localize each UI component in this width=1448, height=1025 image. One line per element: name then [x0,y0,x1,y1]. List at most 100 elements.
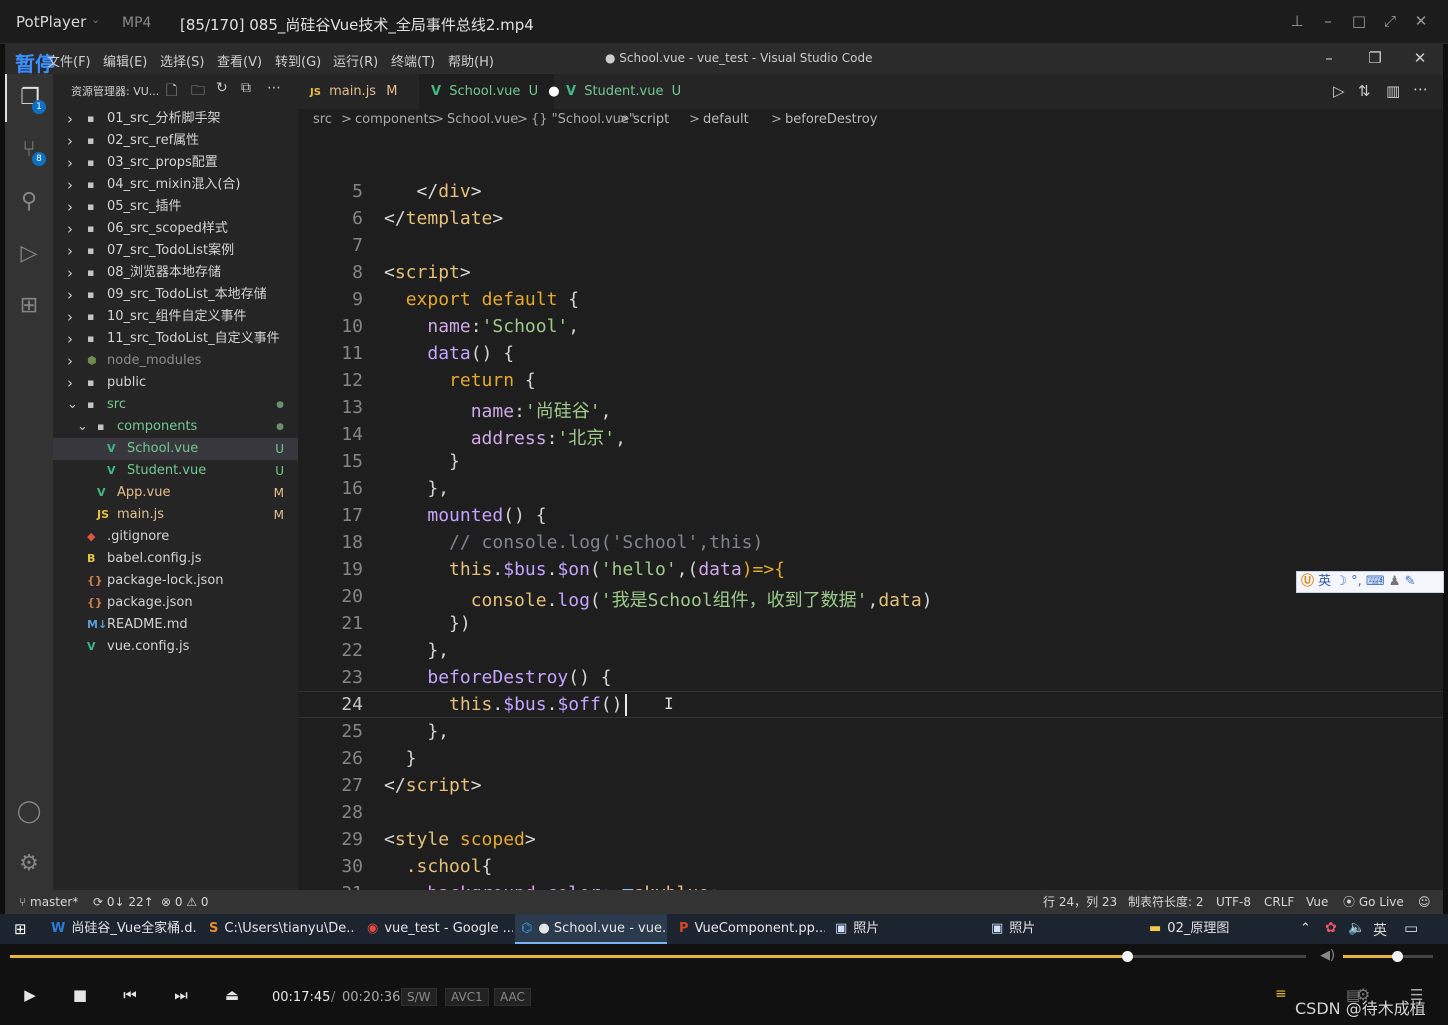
tag-codec-video[interactable]: AVC1 [445,988,489,1006]
code-line[interactable]: }, [384,478,449,499]
run-debug-icon[interactable]: ▷ [5,230,53,278]
code-line[interactable]: }, [384,721,449,742]
tree-item[interactable]: Vvue.config.js [53,636,298,658]
chevron-down-icon[interactable]: ⌄ [91,13,100,26]
tab-student-vue[interactable]: V Student.vue U [554,74,684,109]
tree-item[interactable]: V School.vue U [53,438,298,460]
chevron-right-icon[interactable]: › [67,108,73,130]
menu-run[interactable]: 运行(R) [333,51,378,70]
tree-item[interactable]: › ▪ 03_src_props配置 [53,152,298,174]
menu-selection[interactable]: 选择(S) [160,51,204,70]
chevron-right-icon[interactable]: › [67,196,73,218]
tree-item[interactable]: › ▪ 01_src_分析脚手架 [53,108,298,130]
new-file-icon[interactable]: 🗋 [166,80,177,104]
tree-item[interactable]: V Student.vue U [53,460,298,482]
taskbar-item[interactable]: W 尚硅谷_Vue全家桶.d... [45,914,197,944]
sync-status[interactable]: ⟳ 0↓ 22↑ [93,890,154,914]
chevron-right-icon[interactable]: › [67,372,73,394]
color-swatch-icon[interactable]: ■ [622,883,633,890]
code-line[interactable]: name:'尚硅谷', [384,397,612,423]
git-branch[interactable]: ⑂ master* [19,890,78,914]
keyboard-icon[interactable]: ⌨ [1366,574,1385,589]
code-line[interactable]: return { [384,370,536,391]
code-line[interactable]: } [384,748,417,769]
tree-item[interactable]: › ▪ 10_src_组件自定义事件 [53,306,298,328]
new-folder-icon[interactable]: 🗀 [191,80,205,104]
code-line[interactable]: name:'School', [384,316,579,337]
gear-icon[interactable]: ⚙ [5,840,53,888]
tree-item[interactable]: › ▪ 08_浏览器本地存储 [53,262,298,284]
playlist-icon[interactable]: ≡ [1275,986,1287,1002]
tree-item[interactable]: › ▪ 06_src_scoped样式 [53,218,298,240]
eject-icon[interactable]: ⏏ [217,986,247,1004]
refresh-icon[interactable]: ↻ [216,80,228,96]
source-control-icon[interactable]: ⑂ [5,126,53,174]
split-editor-icon[interactable]: ▥ [1386,82,1400,100]
volume-icon[interactable]: 🔈 [1348,920,1365,936]
ime-toolbar[interactable]: Ⓤ 英 ☽ °, ⌨ ♟ ✎ [1296,571,1444,593]
restore-icon[interactable]: ❐ [1364,49,1386,67]
tray-up-icon[interactable]: ⌃ [1300,921,1311,936]
tree-item[interactable]: › ▪ 04_src_mixin混入(合) [53,174,298,196]
breadcrumb-item[interactable]: script [633,109,669,131]
minimize-icon[interactable]: – [1318,12,1338,30]
code-line[interactable]: mounted() { [384,505,546,526]
wrench-icon[interactable]: ✎ [1405,574,1416,589]
menu-go[interactable]: 转到(G) [275,51,321,70]
minimize-icon[interactable]: – [1318,49,1340,67]
more-icon[interactable]: ⋯ [1413,80,1428,98]
close-icon[interactable]: ✕ [1411,12,1431,30]
volume-handle[interactable] [1392,951,1403,962]
breadcrumb-item[interactable]: School.vue [447,109,518,131]
chevron-right-icon[interactable]: › [67,152,73,174]
taskbar-item[interactable]: S C:\Users\tianyu\De... [203,914,355,944]
tree-item[interactable]: JS main.js M [53,504,298,526]
seek-handle[interactable] [1122,951,1134,962]
user-icon[interactable]: ♟ [1389,574,1401,589]
close-icon[interactable]: ✕ [1409,49,1431,67]
explorer-icon[interactable]: ❐ [5,74,53,122]
ime-lang[interactable]: 英 [1318,574,1331,589]
previous-icon[interactable]: ⏮ [115,986,145,1004]
code-line[interactable]: </script> [384,775,482,796]
ime-moon-icon[interactable]: ☽ [1335,574,1347,589]
windows-start-icon[interactable]: ⊞ [14,920,27,938]
search-icon[interactable]: ⚲ [5,178,53,226]
chevron-right-icon[interactable]: › [67,284,73,306]
tab-main-js[interactable]: JS main.js M [298,74,419,109]
code-line[interactable]: address:'北京', [384,424,626,450]
breadcrumb-item[interactable]: default [703,109,749,131]
tree-item[interactable]: M↓ README.md [53,614,298,636]
feedback-icon[interactable]: ☺ [1418,890,1431,914]
tree-item[interactable]: › ▪ 11_src_TodoList_自定义事件 [53,328,298,350]
tree-item[interactable]: ⌄ ▪ components ● [53,416,298,438]
chevron-right-icon[interactable]: › [67,328,73,350]
menu-edit[interactable]: 编辑(E) [103,51,147,70]
code-line[interactable]: }, [384,640,449,661]
tree-item[interactable]: › ⬢ node_modules [53,350,298,372]
tree-item[interactable]: › ▪ 05_src_插件 [53,196,298,218]
more-icon[interactable]: ⋯ [267,80,281,96]
tray-app-icon[interactable]: ✿ [1325,920,1337,936]
code-line[interactable]: console.log('我是School组件，收到了数据',data) [384,586,933,612]
problems-status[interactable]: ⊗ 0 ⚠ 0 [161,890,209,914]
code-line[interactable]: </div> [384,181,482,202]
tag-codec-audio[interactable]: AAC [494,988,531,1006]
account-icon[interactable]: ◯ [5,788,53,836]
language-mode[interactable]: Vue [1306,890,1328,914]
cursor-position[interactable]: 行 24，列 23 [1043,890,1117,914]
taskbar-item[interactable]: ◉ vue_test - Google ... [361,914,513,944]
chevron-down-icon[interactable]: ⌄ [67,394,78,416]
encoding[interactable]: UTF-8 [1216,890,1251,914]
extensions-icon[interactable]: ⊞ [5,282,53,330]
breadcrumb-item[interactable]: src [313,109,332,131]
menu-view[interactable]: 查看(V) [217,51,262,70]
chevron-right-icon[interactable]: › [67,218,73,240]
code-line[interactable]: }) [384,613,471,634]
tray-lang[interactable]: 英 [1373,920,1387,940]
next-icon[interactable]: ⏭ [166,986,196,1004]
menu-help[interactable]: 帮助(H) [448,51,494,70]
code-line[interactable]: </template> [384,208,503,229]
code-line[interactable]: background-color: ■skyblue; [384,883,720,890]
code-editor[interactable]: 5 6 7 8 9 10 11 12 13 14 15 16 17 18 19 20 21 22 23 24 25 26 2… [298,131,1443,890]
